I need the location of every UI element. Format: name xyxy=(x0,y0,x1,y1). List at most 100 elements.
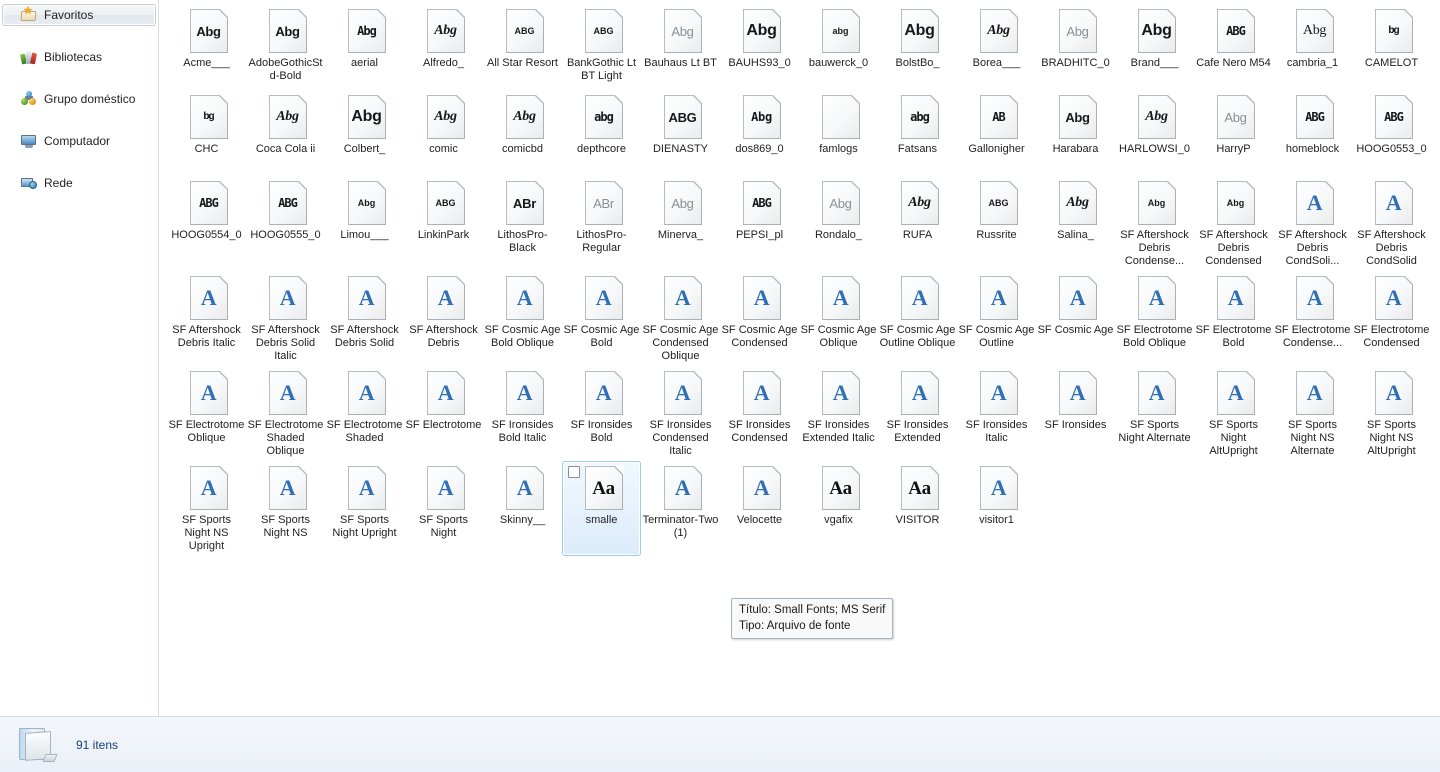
file-item[interactable]: A SF Electrotome Condense... xyxy=(1273,271,1352,366)
file-item[interactable]: A SF Aftershock Debris Italic xyxy=(167,271,246,366)
file-item[interactable]: ABG HOOG0553_0 xyxy=(1352,90,1431,176)
file-item[interactable]: ABG PEPSI_pl xyxy=(720,176,799,271)
file-item[interactable]: A SF Sports Night NS AltUpright xyxy=(1352,366,1431,461)
file-item[interactable]: A SF Aftershock Debris CondSolid xyxy=(1352,176,1431,271)
file-item[interactable]: Abg SF Aftershock Debris Condensed xyxy=(1194,176,1273,271)
file-item[interactable]: A SF Electrotome Shaded xyxy=(325,366,404,461)
file-item[interactable]: Abg comic xyxy=(404,90,483,176)
file-item[interactable]: Abg Limou___ xyxy=(325,176,404,271)
file-item[interactable]: A SF Ironsides Bold xyxy=(562,366,641,461)
page-fold-corner xyxy=(1008,275,1019,285)
file-item[interactable]: Abg SF Aftershock Debris Condense... xyxy=(1115,176,1194,271)
file-item[interactable]: Abg HARLOWSI_0 xyxy=(1115,90,1194,176)
file-item[interactable]: A SF Ironsides Condensed xyxy=(720,366,799,461)
file-item[interactable]: A Skinny__ xyxy=(483,461,562,556)
file-item[interactable]: A Terminator-Two (1) xyxy=(641,461,720,556)
sidebar-item-bibliotecas[interactable]: Bibliotecas xyxy=(2,46,156,68)
file-item[interactable]: A SF Ironsides Extended xyxy=(878,366,957,461)
file-item[interactable]: A SF Ironsides Condensed Italic xyxy=(641,366,720,461)
file-item[interactable]: A SF Cosmic Age xyxy=(1036,271,1115,366)
sidebar-item-rede[interactable]: Rede xyxy=(2,172,156,194)
file-item[interactable]: A Velocette xyxy=(720,461,799,556)
font-file-icon: bg xyxy=(1369,8,1415,54)
file-item[interactable]: Abg RUFA xyxy=(878,176,957,271)
file-item[interactable]: Abg BRADHITC_0 xyxy=(1036,4,1115,90)
file-item[interactable]: ABr LithosPro-Black xyxy=(483,176,562,271)
file-item[interactable]: A SF Sports Night Alternate xyxy=(1115,366,1194,461)
file-item[interactable]: A SF Sports Night AltUpright xyxy=(1194,366,1273,461)
file-item[interactable]: Abg BAUHS93_0 xyxy=(720,4,799,90)
file-item[interactable]: A SF Cosmic Age Bold Oblique xyxy=(483,271,562,366)
file-item[interactable]: A SF Cosmic Age Outline xyxy=(957,271,1036,366)
file-item[interactable]: ABG BankGothic Lt BT Light xyxy=(562,4,641,90)
file-name-label: Minerva_ xyxy=(657,229,704,241)
file-item[interactable]: Aa smalle xyxy=(562,461,641,556)
file-item[interactable]: Abg HarryP xyxy=(1194,90,1273,176)
file-item[interactable]: ABG HOOG0554_0 xyxy=(167,176,246,271)
file-item[interactable]: Aa VISITOR xyxy=(878,461,957,556)
file-item[interactable]: A SF Cosmic Age Condensed xyxy=(720,271,799,366)
sidebar-item-computador[interactable]: Computador xyxy=(2,130,156,152)
file-item[interactable]: A SF Cosmic Age Oblique xyxy=(799,271,878,366)
file-item[interactable]: ABG LinkinPark xyxy=(404,176,483,271)
file-item[interactable]: A SF Ironsides Bold Italic xyxy=(483,366,562,461)
file-item[interactable]: ABG DIENASTY xyxy=(641,90,720,176)
file-item[interactable]: A SF Aftershock Debris Solid Italic xyxy=(246,271,325,366)
file-item[interactable]: AB Gallonigher xyxy=(957,90,1036,176)
file-item[interactable]: A SF Aftershock Debris xyxy=(404,271,483,366)
file-item[interactable]: A SF Electrotome Bold Oblique xyxy=(1115,271,1194,366)
file-item[interactable]: A SF Electrotome Condensed xyxy=(1352,271,1431,366)
file-item[interactable]: ABG Russrite xyxy=(957,176,1036,271)
file-item[interactable]: Abg AdobeGothicStd-Bold xyxy=(246,4,325,90)
file-item[interactable]: A SF Sports Night NS xyxy=(246,461,325,556)
file-item[interactable]: A SF Sports Night NS Upright xyxy=(167,461,246,556)
file-item[interactable]: ABG HOOG0555_0 xyxy=(246,176,325,271)
file-item[interactable]: A SF Ironsides Italic xyxy=(957,366,1036,461)
file-item[interactable]: A SF Ironsides xyxy=(1036,366,1115,461)
sidebar-item-favoritos[interactable]: Favoritos xyxy=(2,4,156,26)
file-item[interactable]: bg CHC xyxy=(167,90,246,176)
file-item[interactable]: A SF Electrotome xyxy=(404,366,483,461)
file-item[interactable]: Abg Alfredo_ xyxy=(404,4,483,90)
file-item[interactable]: Avisitor1 xyxy=(957,461,1036,556)
file-item[interactable]: ABG Cafe Nero M54 xyxy=(1194,4,1273,90)
file-item[interactable]: Abg Harabara xyxy=(1036,90,1115,176)
file-item[interactable]: Abg Rondalo_ xyxy=(799,176,878,271)
file-item[interactable]: bg CAMELOT xyxy=(1352,4,1431,90)
file-item[interactable]: A SF Sports Night NS Alternate xyxy=(1273,366,1352,461)
file-item[interactable]: Abg Salina_ xyxy=(1036,176,1115,271)
sidebar-item-grupo-dom-stico[interactable]: Grupo doméstico xyxy=(2,88,156,110)
file-item[interactable]: ABr LithosPro-Regular xyxy=(562,176,641,271)
file-item[interactable]: A SF Cosmic Age Outline Oblique xyxy=(878,271,957,366)
file-list-pane[interactable]: Abg Acme___ Abg AdobeGothicStd-Bold Abg aeria… xyxy=(159,0,1440,716)
file-item[interactable]: Abg Bauhaus Lt BT xyxy=(641,4,720,90)
file-item[interactable]: Abg BolstBo_ xyxy=(878,4,957,90)
file-item[interactable]: A SF Cosmic Age Condensed Oblique xyxy=(641,271,720,366)
file-item[interactable]: Abg aerial xyxy=(325,4,404,90)
file-item[interactable]: famlogs xyxy=(799,90,878,176)
file-item[interactable]: Abg Minerva_ xyxy=(641,176,720,271)
file-item[interactable]: Abg Coca Cola ii xyxy=(246,90,325,176)
file-item[interactable]: A SF Sports Night Upright xyxy=(325,461,404,556)
file-item[interactable]: ABG homeblock xyxy=(1273,90,1352,176)
file-item[interactable]: Abg Acme___ xyxy=(167,4,246,90)
file-item[interactable]: A SF Ironsides Extended Italic xyxy=(799,366,878,461)
file-item[interactable]: A SF Cosmic Age Bold xyxy=(562,271,641,366)
file-item[interactable]: ABG All Star Resort xyxy=(483,4,562,90)
file-item[interactable]: abg depthcore xyxy=(562,90,641,176)
file-item[interactable]: Aa vgafix xyxy=(799,461,878,556)
file-item[interactable]: A SF Electrotome Oblique xyxy=(167,366,246,461)
file-item[interactable]: Abg dos869_0 xyxy=(720,90,799,176)
file-item[interactable]: A SF Aftershock Debris Solid xyxy=(325,271,404,366)
file-item[interactable]: abg bauwerck_0 xyxy=(799,4,878,90)
file-item[interactable]: Abg Brand___ xyxy=(1115,4,1194,90)
file-item[interactable]: A SF Electrotome Bold xyxy=(1194,271,1273,366)
file-item[interactable]: Abg Colbert_ xyxy=(325,90,404,176)
file-item[interactable]: Abg cambria_1 xyxy=(1273,4,1352,90)
file-item[interactable]: A SF Sports Night xyxy=(404,461,483,556)
file-item[interactable]: A SF Electrotome Shaded Oblique xyxy=(246,366,325,461)
file-item[interactable]: Abg comicbd xyxy=(483,90,562,176)
file-item[interactable]: abg Fatsans xyxy=(878,90,957,176)
file-item[interactable]: Abg Borea___ xyxy=(957,4,1036,90)
file-item[interactable]: A SF Aftershock Debris CondSoli... xyxy=(1273,176,1352,271)
